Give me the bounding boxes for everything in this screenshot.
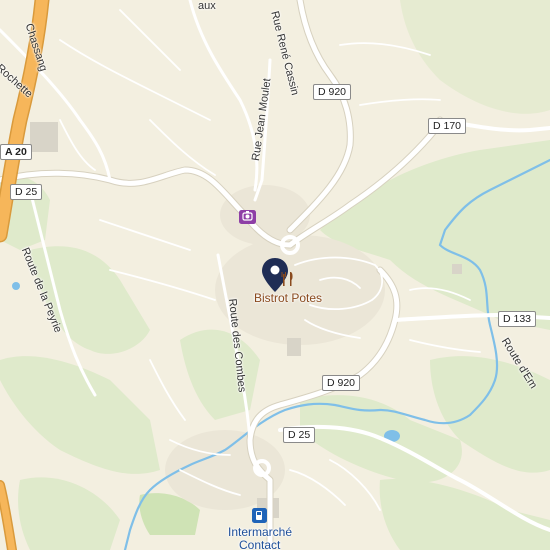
poi-label-supermarket-name[interactable]: Intermarché xyxy=(228,525,292,539)
poi-label-restaurant[interactable]: Bistrot Potes xyxy=(254,291,322,305)
road-shield-d133: D 133 xyxy=(498,311,537,327)
road-shield-a20: A 20 xyxy=(0,144,32,160)
camera-icon[interactable] xyxy=(239,210,256,224)
fuel-pump-icon[interactable] xyxy=(252,508,267,523)
poi-label-supermarket-sub[interactable]: Contact xyxy=(239,538,280,550)
road-shield-d25-south: D 25 xyxy=(283,427,316,443)
map-view[interactable]: A 20 D 25 D 920 D 170 D 133 D 920 D 25 C… xyxy=(0,0,550,550)
road-shield-d170: D 170 xyxy=(428,118,467,134)
map-canvas[interactable] xyxy=(0,0,550,550)
road-shield-d920-south: D 920 xyxy=(322,375,361,391)
road-shield-d25-west: D 25 xyxy=(10,184,43,200)
road-shield-d920-north: D 920 xyxy=(313,84,352,100)
street-label-aux: aux xyxy=(198,0,216,12)
